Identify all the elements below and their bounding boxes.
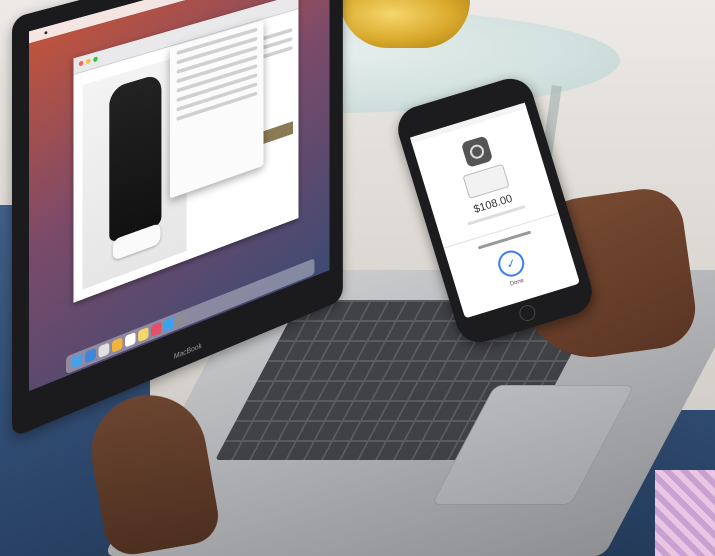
done-label: Done: [509, 278, 524, 288]
apple-logo-icon: ●: [44, 29, 48, 37]
notes-icon: [138, 327, 148, 343]
settings-icon: [177, 312, 187, 327]
music-icon: [151, 322, 161, 337]
phone-status-bar: [410, 103, 527, 144]
striped-shirt: [655, 470, 715, 556]
card-info-line: [477, 231, 530, 250]
checkmark-icon: ✓: [495, 247, 527, 279]
window-controls: [79, 56, 98, 66]
divider: [444, 213, 559, 249]
finder-icon: [72, 353, 83, 369]
mail-icon: [99, 342, 110, 358]
photos-icon: [112, 337, 123, 353]
home-button: [517, 303, 537, 323]
appstore-icon: [164, 317, 174, 332]
photo-scene: ● MacBook $108.00 ✓ Done: [0, 0, 715, 556]
merchant-logo-icon: [461, 135, 493, 167]
maximize-icon: [93, 56, 97, 62]
laptop-device-icon: [462, 164, 509, 199]
safari-icon: [85, 348, 96, 364]
model-figure: [109, 73, 161, 243]
calendar-icon: [125, 332, 135, 348]
minimize-icon: [86, 58, 90, 64]
close-icon: [79, 60, 84, 66]
browser-window: [73, 0, 298, 303]
